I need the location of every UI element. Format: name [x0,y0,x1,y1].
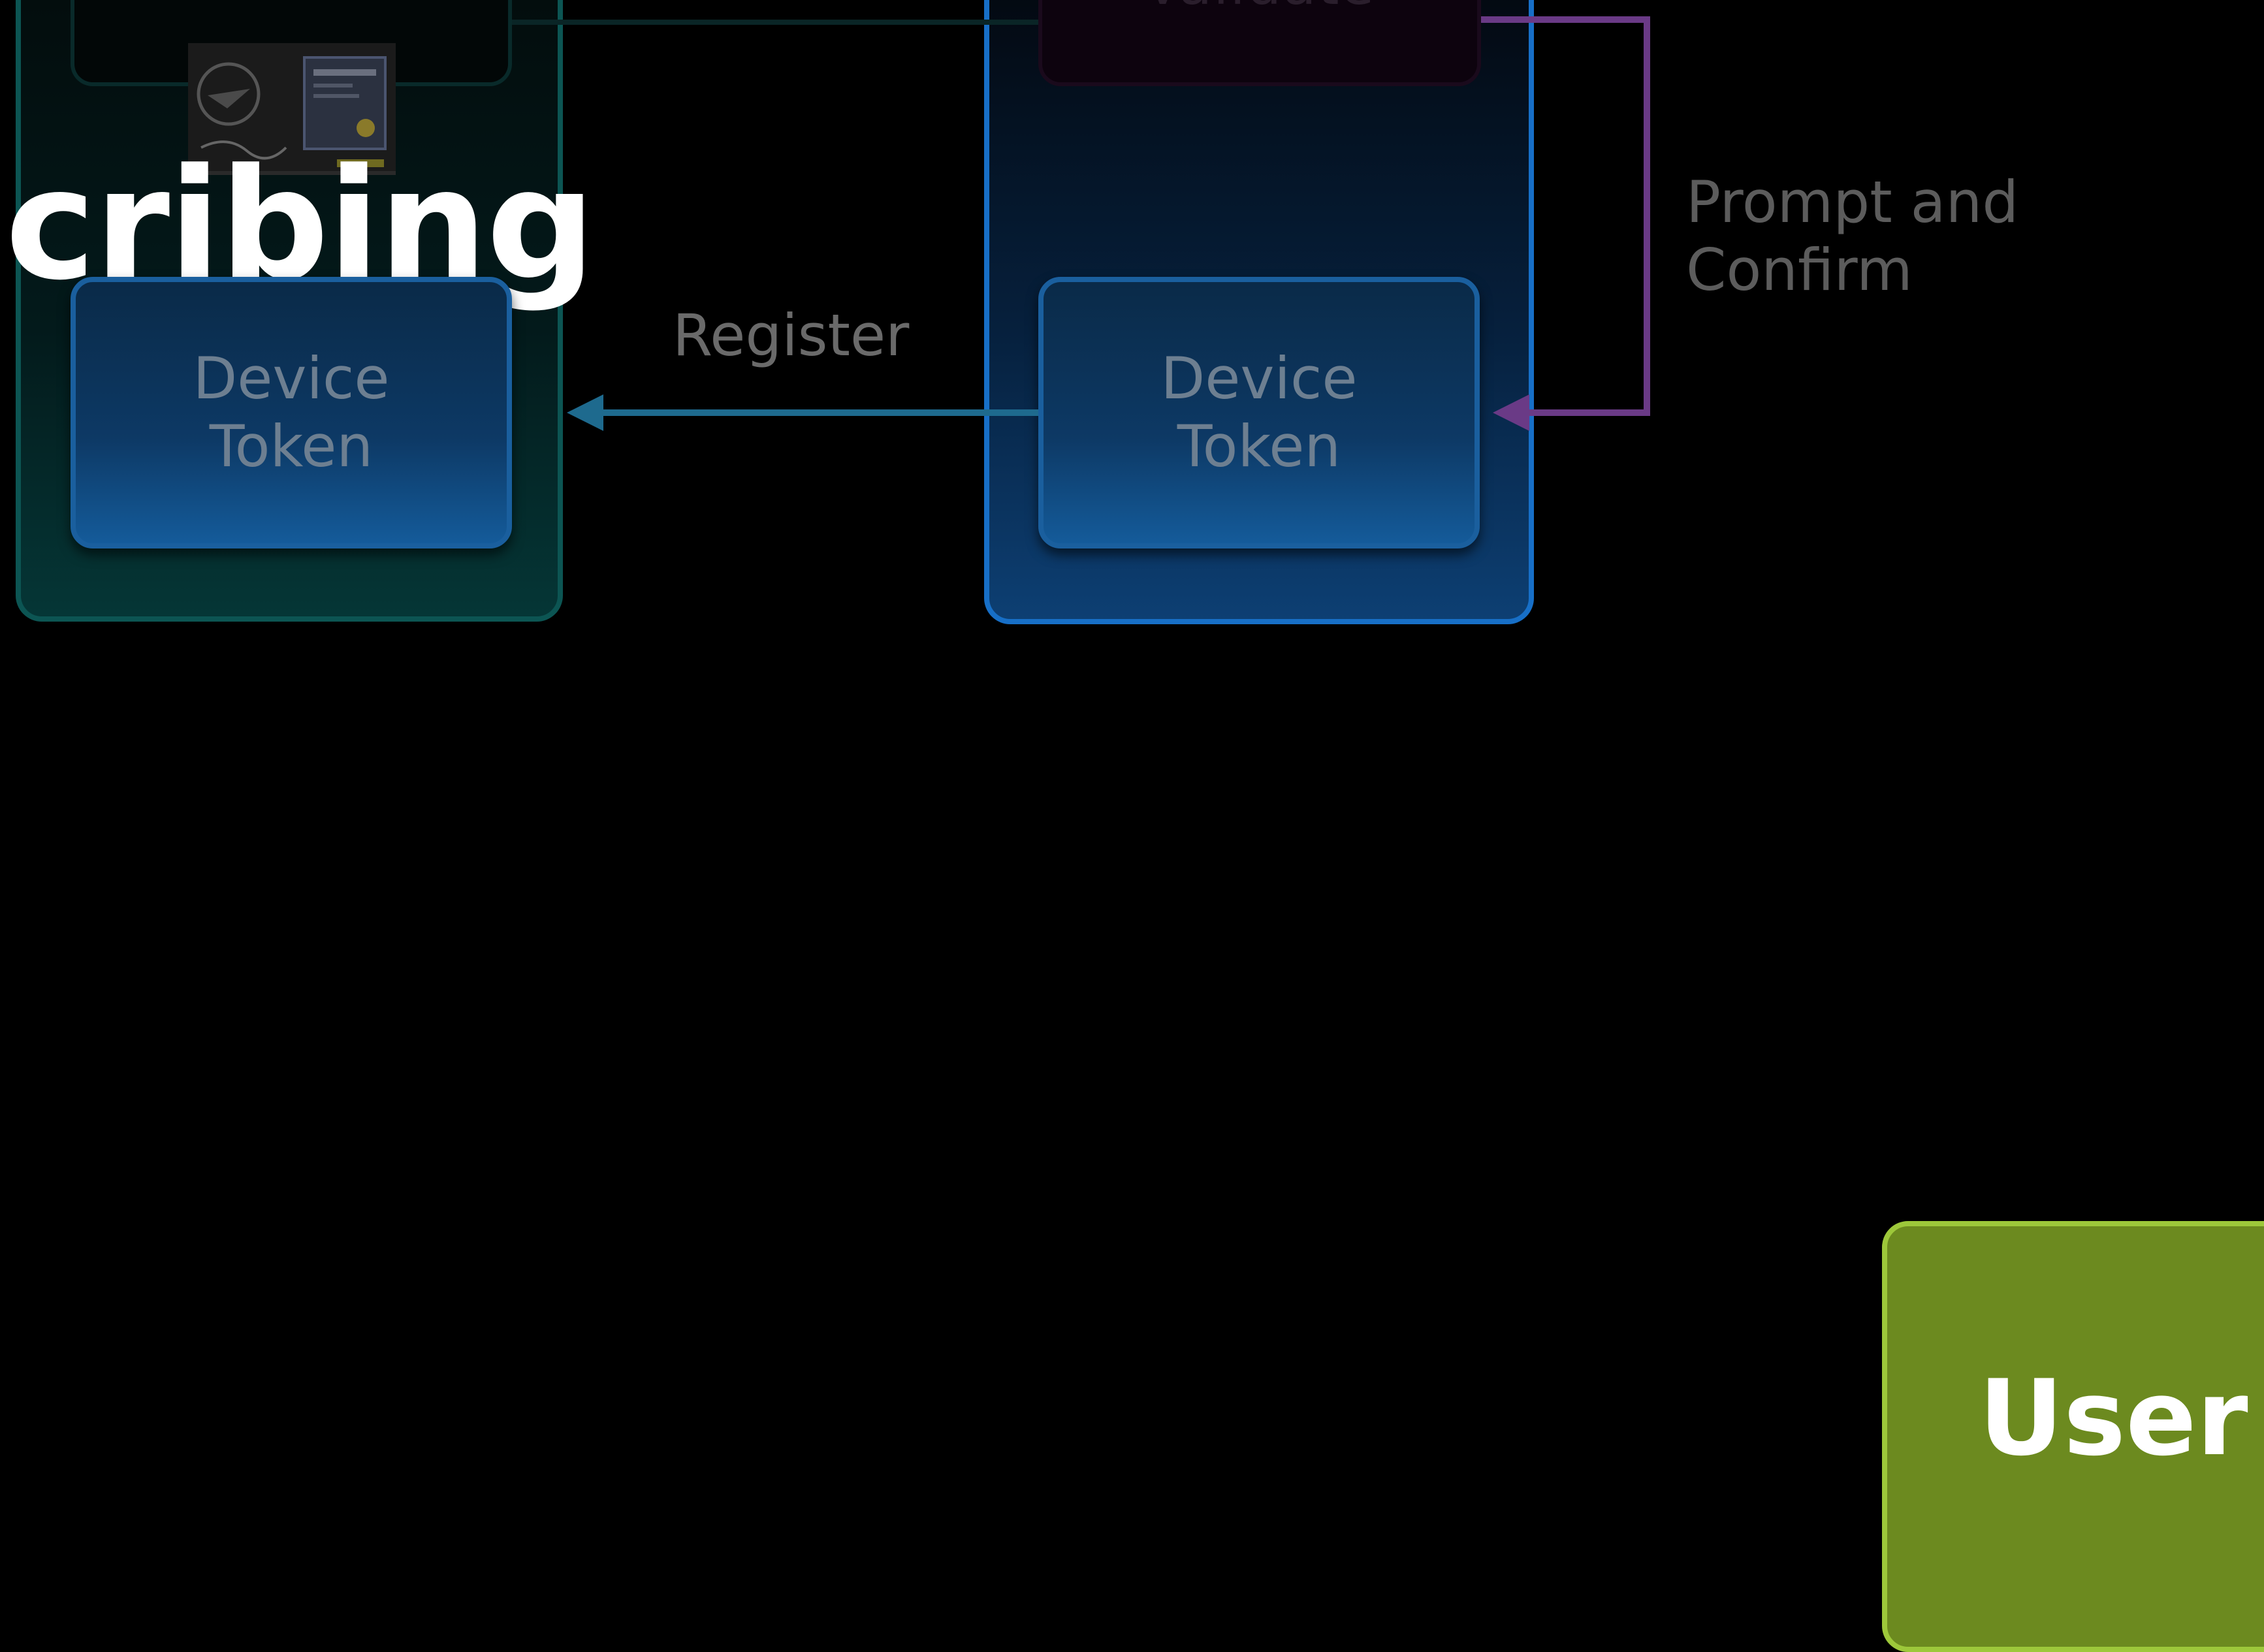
register-arrow-head [567,394,603,431]
register-label: Register [673,302,910,369]
prompt-arrow-line [1481,16,1650,416]
user-box: User [1882,1221,2264,1652]
prompt-label-line2: Confirm [1686,236,1913,304]
prompt-label-line1: Prompt and [1686,168,2019,236]
user-label: User [1979,1357,2248,1479]
prompt-confirm-label: Prompt and Confirm [1686,168,2018,304]
prompt-arrow-head [1493,394,1529,431]
